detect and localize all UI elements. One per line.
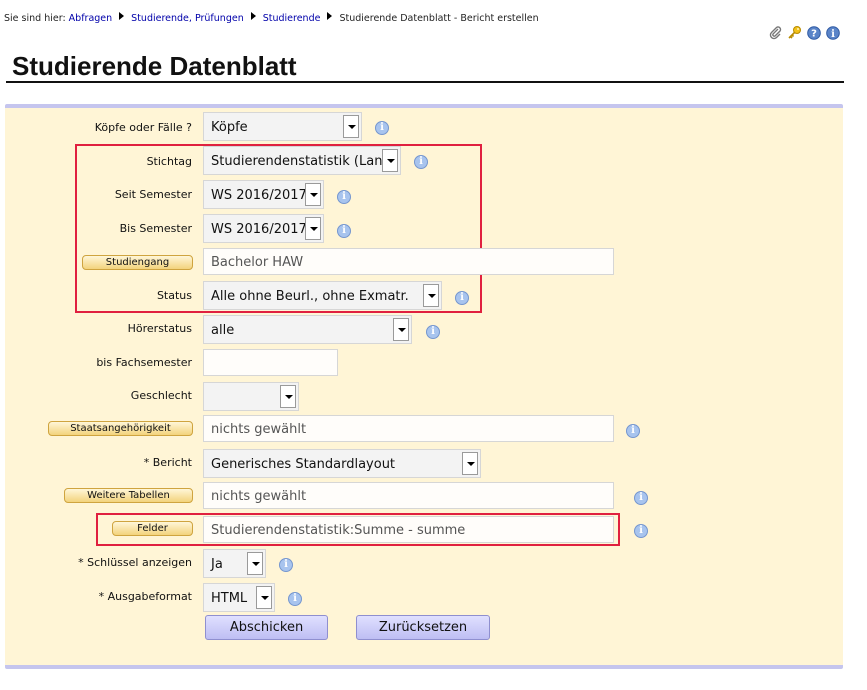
ausgabeformat-value: HTML (211, 591, 248, 606)
staatsangehoerigkeit-field[interactable]: nichts gewählt (203, 415, 614, 442)
stichtag-value: Studierendenstatistik (Land) (211, 154, 396, 169)
bericht-select[interactable]: Generisches Standardlayout (203, 449, 481, 478)
felder-field[interactable]: Studierendenstatistik:Summe - summe (203, 516, 614, 543)
page-title: Studierende Datenblatt (12, 51, 297, 81)
stichtag-select[interactable]: Studierendenstatistik (Land) (203, 146, 401, 175)
status-label: Status (156, 289, 192, 302)
hoererstatus-label: Hörerstatus (127, 322, 192, 335)
breadcrumb-link-studierende[interactable]: Studierende (263, 13, 321, 24)
seit-semester-select[interactable]: WS 2016/2017 (203, 180, 324, 209)
key-icon[interactable] (787, 25, 802, 40)
geschlecht-select[interactable] (203, 382, 299, 411)
svg-text:i: i (831, 29, 835, 40)
hoererstatus-info-icon[interactable] (426, 325, 440, 339)
bericht-label: * Bericht (143, 456, 192, 469)
schluessel-value: Ja (211, 557, 223, 572)
stichtag-info-icon[interactable] (414, 155, 428, 169)
breadcrumb-link-studierende-pruefungen[interactable]: Studierende, Prüfungen (131, 13, 244, 24)
bis-semester-value: WS 2016/2017 (211, 222, 307, 237)
help-icon[interactable]: ? (806, 25, 821, 40)
chevron-down-icon (343, 115, 359, 138)
toolbar-icons: ? i (768, 25, 840, 40)
schluessel-select[interactable]: Ja (203, 549, 266, 578)
studiengang-field[interactable]: Bachelor HAW (203, 248, 614, 275)
bis-semester-select[interactable]: WS 2016/2017 (203, 214, 324, 243)
staatsangehoerigkeit-value: nichts gewählt (211, 422, 307, 437)
felder-info-icon[interactable] (634, 524, 648, 538)
koepfe-select[interactable]: Köpfe (203, 112, 362, 141)
hoererstatus-value: alle (211, 323, 235, 338)
status-info-icon[interactable] (455, 291, 469, 305)
geschlecht-label: Geschlecht (130, 389, 192, 402)
felder-button[interactable]: Felder (112, 521, 193, 536)
ausgabeformat-select[interactable]: HTML (203, 583, 275, 612)
breadcrumb-current: Studierende Datenblatt - Bericht erstell… (339, 13, 539, 24)
schluessel-label: * Schlüssel anzeigen (78, 556, 192, 569)
weitere-tabellen-field[interactable]: nichts gewählt (203, 482, 614, 509)
studiengang-button[interactable]: Studiengang (82, 255, 193, 270)
weitere-tabellen-value: nichts gewählt (211, 489, 307, 504)
info-icon[interactable]: i (825, 25, 840, 40)
breadcrumb-arrow-icon (327, 12, 333, 20)
chevron-down-icon (393, 318, 409, 341)
bis-fachsemester-label: bis Fachsemester (96, 356, 192, 369)
stichtag-label: Stichtag (146, 155, 192, 168)
bericht-value: Generisches Standardlayout (211, 457, 396, 472)
chevron-down-icon (280, 385, 296, 408)
seit-semester-label: Seit Semester (114, 188, 192, 201)
breadcrumb-prefix: Sie sind hier: (4, 13, 66, 24)
breadcrumb-arrow-icon (119, 12, 125, 20)
staatsangehoerigkeit-info-icon[interactable] (626, 424, 640, 438)
schluessel-info-icon[interactable] (279, 558, 293, 572)
status-value: Alle ohne Beurl., ohne Exmatr. (211, 289, 409, 304)
breadcrumb-arrow-icon (250, 12, 256, 20)
chevron-down-icon (305, 183, 321, 206)
title-divider (6, 81, 844, 83)
bis-fachsemester-input[interactable] (203, 349, 338, 376)
svg-text:?: ? (811, 28, 817, 39)
weitere-tabellen-button[interactable]: Weitere Tabellen (64, 488, 193, 503)
bis-semester-label: Bis Semester (119, 222, 192, 235)
koepfe-value: Köpfe (211, 120, 248, 135)
paperclip-icon[interactable] (768, 25, 783, 40)
hoererstatus-select[interactable]: alle (203, 315, 412, 344)
chevron-down-icon (305, 217, 321, 240)
koepfe-info-icon[interactable] (375, 121, 389, 135)
seit-semester-value: WS 2016/2017 (211, 188, 307, 203)
chevron-down-icon (462, 452, 478, 475)
felder-value: Studierendenstatistik:Summe - summe (211, 523, 466, 538)
weitere-tabellen-info-icon[interactable] (634, 491, 648, 505)
studiengang-value: Bachelor HAW (211, 255, 304, 270)
ausgabeformat-info-icon[interactable] (288, 592, 302, 606)
breadcrumb: Sie sind hier: Abfragen Studierende, Prüf… (4, 12, 539, 24)
status-select[interactable]: Alle ohne Beurl., ohne Exmatr. (203, 281, 442, 310)
bis-semester-info-icon[interactable] (337, 224, 351, 238)
staatsangehoerigkeit-button[interactable]: Staatsangehörigkeit (48, 421, 193, 436)
chevron-down-icon (382, 149, 398, 172)
breadcrumb-link-abfragen[interactable]: Abfragen (69, 13, 113, 24)
koepfe-label: Köpfe oder Fälle ? (94, 121, 192, 134)
chevron-down-icon (256, 586, 272, 609)
chevron-down-icon (423, 284, 439, 307)
submit-button[interactable]: Abschicken (205, 615, 328, 640)
chevron-down-icon (247, 552, 263, 575)
ausgabeformat-label: * Ausgabeformat (98, 590, 192, 603)
reset-button[interactable]: Zurücksetzen (356, 615, 490, 640)
seit-semester-info-icon[interactable] (337, 190, 351, 204)
